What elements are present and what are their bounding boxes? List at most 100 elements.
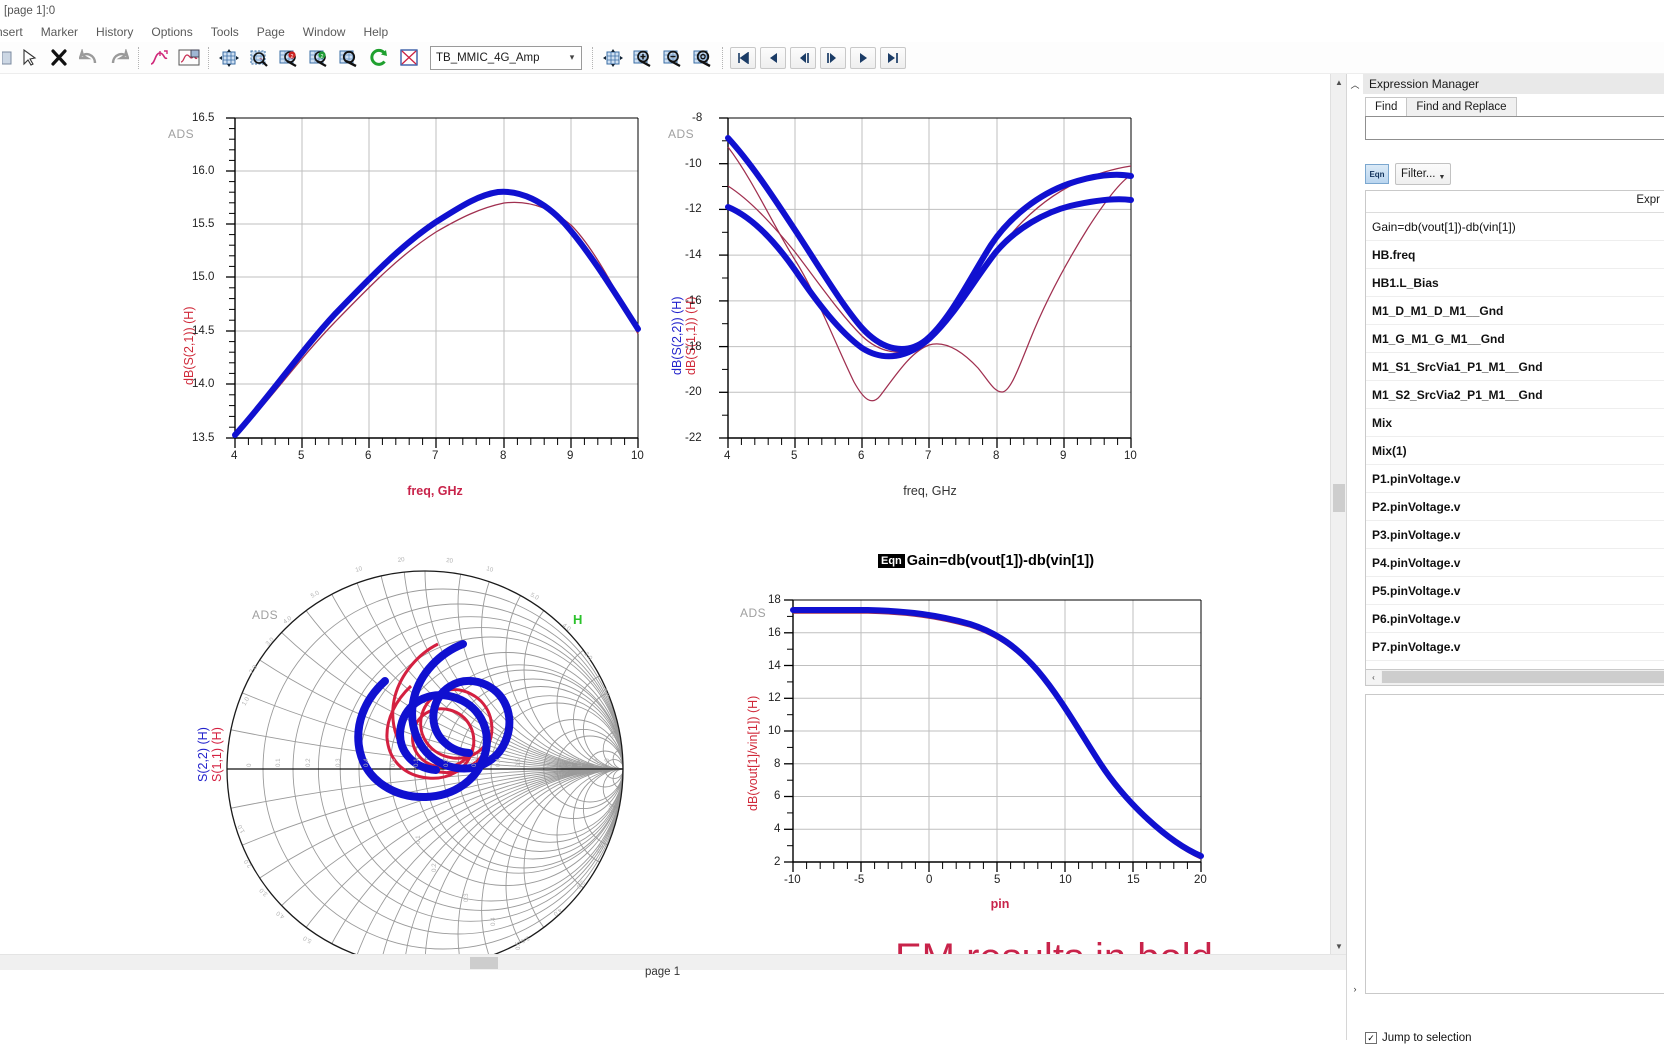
x-tick-20: 20 [1194,874,1207,886]
menu-history[interactable]: History [87,25,142,39]
refresh-icon[interactable] [365,45,393,71]
first-page-icon[interactable] [730,46,756,69]
graph-smith-chart[interactable]: ADS H S(2,2) (H) S(1,1) (H) 0.1 0.2 0.3 … [190,514,650,954]
list-item[interactable]: P5.pinVoltage.v [1366,577,1664,605]
list-item[interactable]: Mix(1) [1366,437,1664,465]
graph-gain-compression[interactable]: ADS H dB(vout[1]/vin[1]) (H) [718,514,1218,914]
list-item[interactable]: M1_D_M1_D_M1__Gnd [1366,297,1664,325]
list-item[interactable]: P4.pinVoltage.v [1366,549,1664,577]
select-arrow-icon[interactable] [15,45,43,71]
stop-icon[interactable] [395,45,423,71]
chevron-down-icon[interactable]: ▾ [563,47,581,69]
prev-page-icon[interactable] [760,46,786,69]
x-tick-8: 8 [500,450,507,462]
filter-dropdown-button[interactable]: Filter... ▼ [1395,163,1452,185]
column-header-expr: Expr [1636,194,1660,206]
scroll-thumb[interactable] [1333,484,1345,512]
eqn-toggle-button[interactable]: Eqn [1365,164,1389,184]
plot-zoom-in-icon[interactable] [629,45,657,71]
dataset-combobox[interactable]: TB_MMIC_4G_Amp ▾ [430,45,582,70]
clipped-left-icon[interactable] [1,45,13,71]
plot-canvas[interactable]: ADS H dB(S(2,1)) (H) [0,74,1330,954]
x-tick-0: 0 [926,874,933,886]
chevron-up-icon[interactable]: ︿ [1350,78,1359,91]
menu-marker[interactable]: Marker [32,25,87,39]
list-item[interactable]: M1_S1_SrcVia1_P1_M1__Gnd [1366,353,1664,381]
scroll-thumb-h[interactable] [470,957,498,969]
list-item[interactable]: Mix [1366,409,1664,437]
scroll-thumb-h[interactable] [1382,671,1664,683]
redo-icon[interactable] [105,45,133,71]
chevron-right-icon[interactable]: › [1354,984,1357,994]
expression-manager-panel[interactable]: ︿ › Expression Manager Find Find and Rep… [1346,74,1664,1044]
toolbar-separator-2 [208,46,210,69]
delete-x-icon[interactable] [45,45,73,71]
marker-zoom-icon[interactable] [245,45,273,71]
toolbar-separator [138,46,140,69]
menu-options[interactable]: Options [142,25,201,39]
x-tick-10: 10 [631,450,644,462]
scroll-up-icon[interactable]: ▲ [1331,74,1347,90]
list-item[interactable]: HB1.L_Bias [1366,269,1664,297]
tab-find[interactable]: Find [1365,97,1408,116]
plot-zoom-out-icon[interactable] [659,45,687,71]
list-item[interactable]: P6.pinVoltage.v [1366,605,1664,633]
panel-tabs: Find Find and Replace [1365,96,1517,116]
x-tick-neg5: -5 [854,874,865,886]
jump-to-selection-label: Jump to selection [1382,1032,1472,1044]
tab-find-and-replace[interactable]: Find and Replace [1406,97,1517,116]
expression-list-hscrollbar[interactable]: ‹ [1365,670,1664,686]
list-item[interactable]: P7.pinVoltage.v [1366,633,1664,661]
scroll-down-icon[interactable]: ▼ [1331,938,1347,954]
menu-window[interactable]: Window [294,25,355,39]
list-item[interactable]: P2.pinVoltage.v [1366,493,1664,521]
menu-help[interactable]: Help [354,25,397,39]
y-tick-16: 16 [768,627,781,639]
zoom-area-icon[interactable] [335,45,363,71]
x-tick-neg10: -10 [784,874,801,886]
last-page-icon[interactable] [880,46,906,69]
find-input[interactable] [1365,116,1664,140]
list-item[interactable]: M1_G_M1_G_M1__Gnd [1366,325,1664,353]
list-item[interactable]: M1_S2_SrcVia2_P1_M1__Gnd [1366,381,1664,409]
jump-to-selection-row[interactable]: ✓ Jump to selection [1365,1032,1472,1044]
undo-icon[interactable] [75,45,103,71]
expression-list[interactable]: Expr Gain=db(vout[1])-db(vin[1]) HB.freq… [1365,190,1664,670]
menu-tools[interactable]: Tools [202,25,248,39]
y-tick-18: 18 [768,594,781,606]
jump-to-selection-checkbox[interactable]: ✓ [1365,1032,1377,1044]
list-item[interactable]: P1.pinVoltage.v [1366,465,1664,493]
list-item[interactable]: HB.freq [1366,241,1664,269]
graph1-x-axis-label: freq, GHz [407,484,463,498]
next-page-icon[interactable] [850,46,876,69]
y-tick-neg18: -18 [685,341,702,353]
graph-gain-vs-freq[interactable]: ADS H dB(S(2,1)) (H) [160,100,660,462]
list-item[interactable]: Gain=db(vout[1])-db(vin[1]) [1366,213,1664,241]
chevron-down-icon[interactable]: ▼ [1439,174,1446,181]
em-results-note[interactable]: EM results in bold [895,936,1213,954]
y-tick-6: 6 [774,790,781,802]
list-item[interactable]: P3.pinVoltage.v [1366,521,1664,549]
svg-text:2: 2 [291,54,294,60]
scroll-left-icon[interactable]: ‹ [1366,670,1381,684]
pan-plot-icon[interactable] [599,45,627,71]
pan-zoom-icon[interactable] [215,45,243,71]
plot-zoom-full-icon[interactable] [689,45,717,71]
y-tick-10: 10 [768,725,781,737]
expression-detail-pane[interactable] [1365,694,1664,994]
data-display-icon[interactable] [175,45,203,71]
x-tick-5: 5 [994,874,1001,886]
zoom-in-icon[interactable]: 2 [275,45,303,71]
graph-return-loss-vs-freq[interactable]: ADS H dB(S(2,2)) (H) dB(S(1,1)) (H) [658,100,1158,462]
zoom-out-icon[interactable]: 2 [305,45,333,71]
menu-insert[interactable]: nsert [0,25,32,39]
step-back-icon[interactable] [790,46,816,69]
step-forward-icon[interactable] [820,46,846,69]
menu-page[interactable]: Page [248,25,294,39]
list-item[interactable]: P8.pinVoltage.v [1366,661,1664,669]
y-tick-neg14: -14 [685,249,702,261]
y-tick-13-5: 13.5 [192,432,215,444]
panel-collapse-strip[interactable]: ︿ › [1347,74,1363,1040]
trace-icon[interactable] [145,45,173,71]
canvas-vertical-scrollbar[interactable]: ▲ ▼ [1330,74,1347,954]
